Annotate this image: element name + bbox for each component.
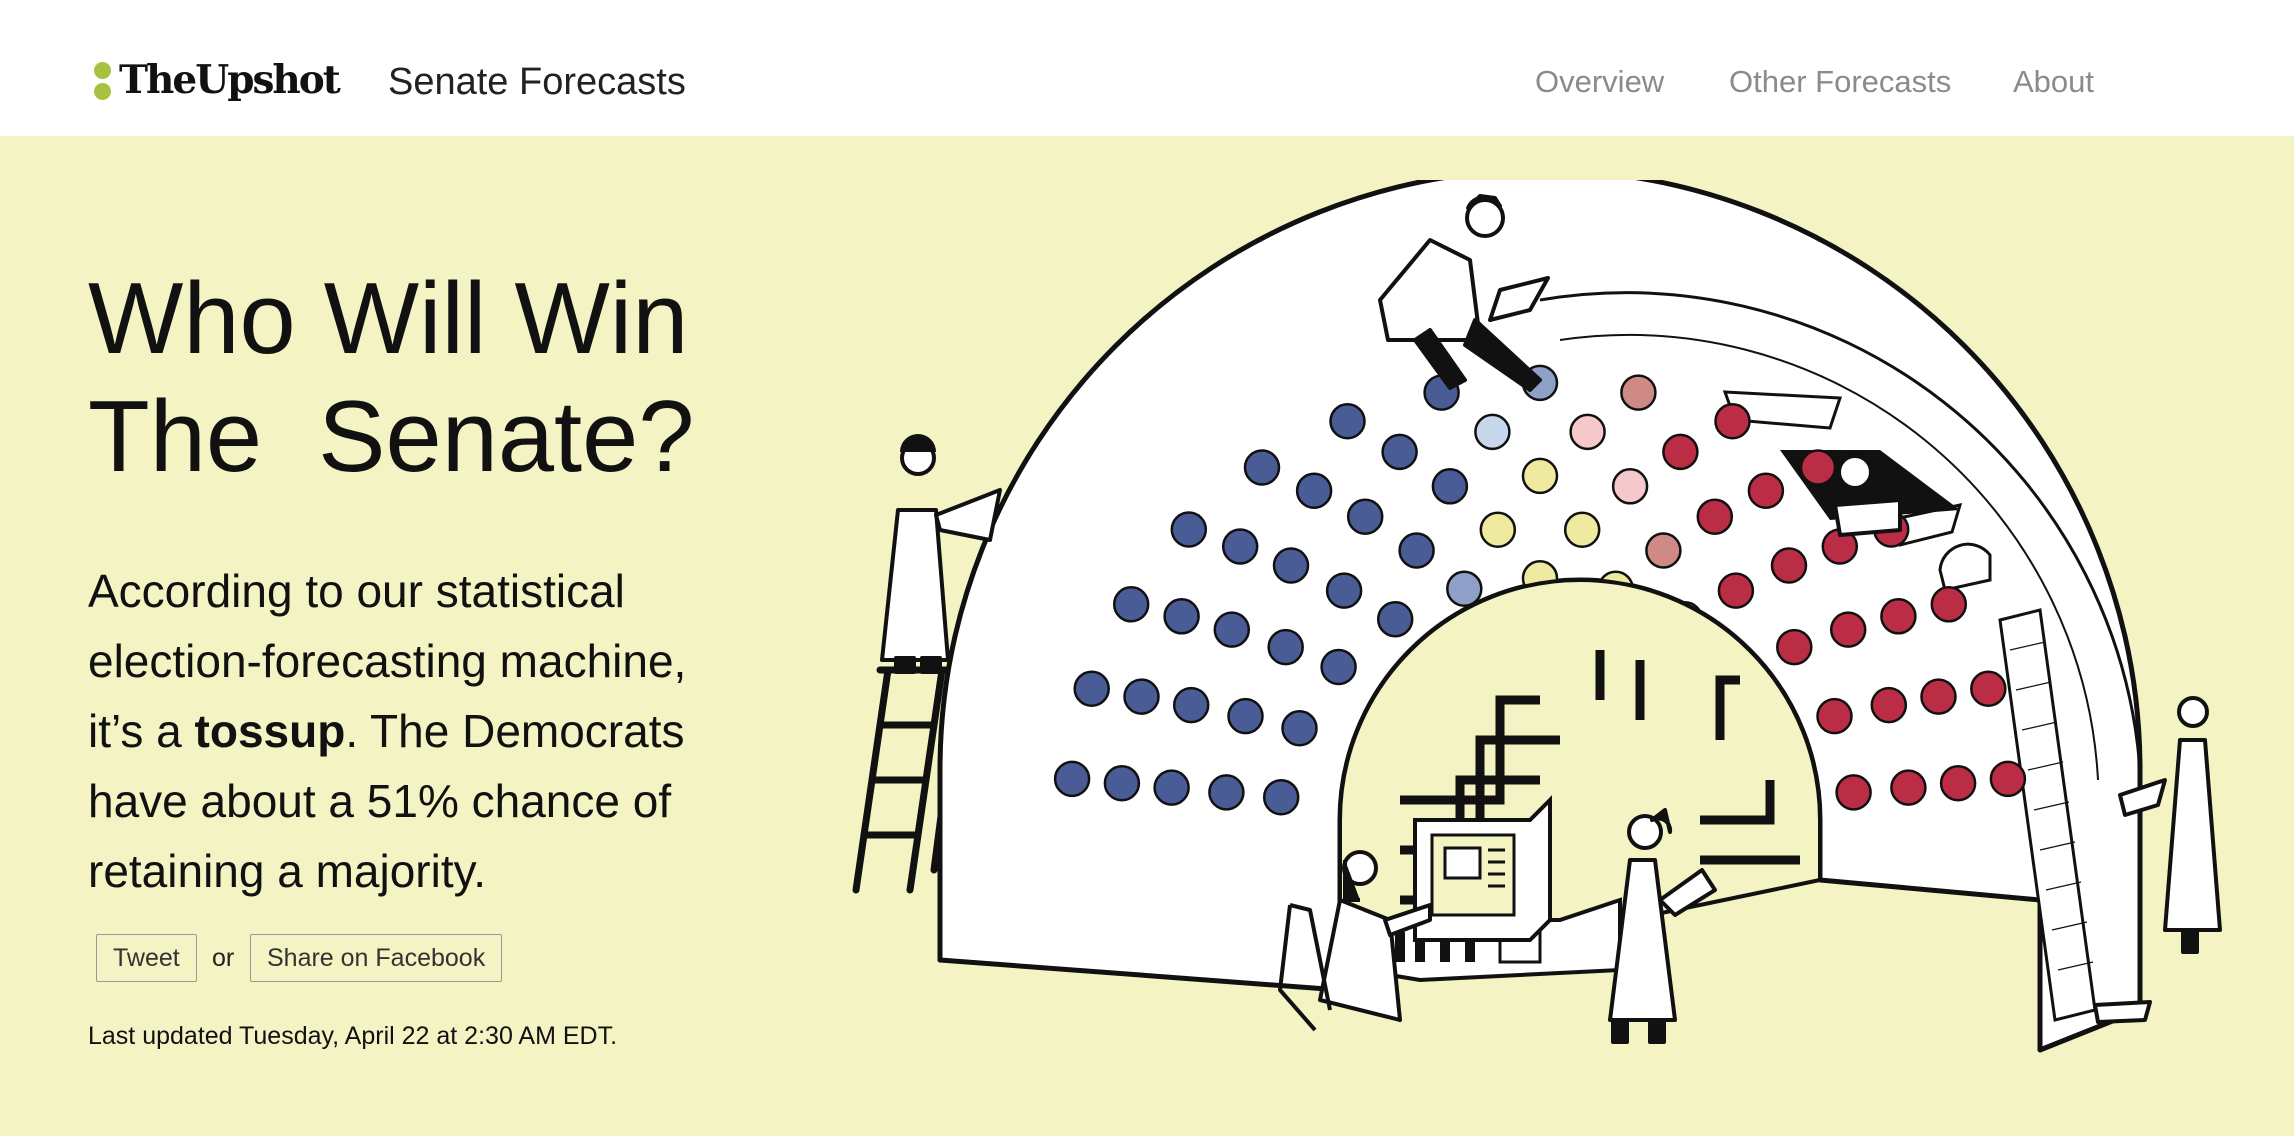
senate-seat-dot (1153, 769, 1190, 806)
senate-seat-dot (1939, 764, 1977, 802)
tweet-button[interactable]: Tweet (96, 934, 197, 982)
senate-seat-dot (1930, 586, 1968, 623)
headline-line-2: The Senate? (88, 381, 695, 493)
senate-seat-dot (1172, 686, 1210, 724)
senate-seat-dot (1880, 598, 1917, 635)
senate-seat-dot (1696, 498, 1734, 535)
share-on-facebook-button[interactable]: Share on Facebook (250, 934, 503, 982)
nav-overview-link[interactable]: Overview (1535, 62, 1664, 102)
senate-seat-dot (1346, 498, 1384, 535)
senate-seat-dot (1816, 697, 1853, 735)
senate-seat-dot (1970, 670, 2007, 707)
senate-seat-dot (1920, 678, 1957, 715)
senate-seat-dot (1776, 628, 1813, 666)
senate-seat-dot (1325, 572, 1363, 609)
senate-seat-dot (1717, 572, 1755, 609)
senate-seat-dot (1662, 433, 1699, 471)
senate-seat-dot (1747, 472, 1785, 509)
nav-other-forecasts-link[interactable]: Other Forecasts (1729, 62, 1951, 102)
senate-forecast-machine-illustration (852, 180, 2222, 1053)
senate-seat-dot (1267, 628, 1304, 666)
senate-seat-dot (1829, 611, 1867, 648)
senate-seat-dot (1329, 402, 1366, 440)
senate-seat-dot (1563, 511, 1601, 548)
senate-seat-dot (1381, 433, 1418, 471)
senate-seat-dot (1611, 468, 1649, 505)
upshot-logo-dots-icon (94, 62, 112, 102)
senate-seat-dot (1989, 760, 2027, 798)
senate-seat-dot (1398, 532, 1435, 569)
senate-seat-dot (1714, 402, 1751, 440)
senate-seat-dot (1053, 760, 1091, 798)
senate-seat-dot (1890, 769, 1927, 806)
senate-seat-dot (1376, 600, 1414, 638)
last-updated-text: Last updated Tuesday, April 22 at 2:30 A… (88, 1022, 618, 1050)
senate-seat-dot (1243, 449, 1281, 486)
senate-seat-dot (1073, 670, 1110, 707)
senate-seat-dot (1163, 598, 1200, 635)
senate-seat-dot (1620, 374, 1657, 411)
senate-seat-dot (1320, 648, 1357, 686)
senate-seat-dot (1645, 532, 1682, 569)
page-headline: Who Will Win The Senate? (88, 260, 694, 496)
senate-seat-dot (1521, 457, 1559, 495)
headline-line-1: Who Will Win (88, 263, 689, 375)
section-title: Senate Forecasts (388, 61, 686, 103)
share-or-text: or (212, 944, 235, 972)
senate-seat-dot (1103, 764, 1141, 802)
senate-seat-dot (1262, 778, 1300, 816)
senate-seat-dot (1799, 449, 1837, 486)
senate-seat-dot (1213, 611, 1251, 648)
senate-seat-dot (1281, 709, 1318, 747)
senate-seat-dot (1431, 468, 1469, 505)
forecast-verdict: tossup (194, 705, 346, 757)
senate-seat-dot (1835, 774, 1872, 811)
senate-seat-dot (1170, 511, 1208, 548)
senate-seat-dot (1123, 678, 1160, 715)
senate-seat-dot (1569, 413, 1606, 451)
upshot-logo[interactable]: TheUpshot (119, 56, 341, 104)
senate-seat-dot (1272, 547, 1310, 584)
senate-seat-dot (1479, 511, 1517, 548)
senate-seat-dot (1295, 472, 1333, 509)
senate-seat-dot (1474, 413, 1511, 451)
senate-seat-dot (1770, 547, 1808, 584)
senate-seat-dot (1227, 697, 1264, 735)
senate-seat-dot (1208, 774, 1245, 811)
senate-seat-dot (1112, 586, 1150, 623)
senate-seat-dot (1221, 528, 1259, 565)
senate-seat-dot (1446, 570, 1483, 607)
forecast-summary: According to our statistical election-fo… (88, 556, 748, 906)
top-navigation-bar: TheUpshot Senate Forecasts Overview Othe… (0, 0, 2294, 136)
senate-seat-dot (1870, 686, 1908, 724)
nav-about-link[interactable]: About (2013, 62, 2094, 102)
